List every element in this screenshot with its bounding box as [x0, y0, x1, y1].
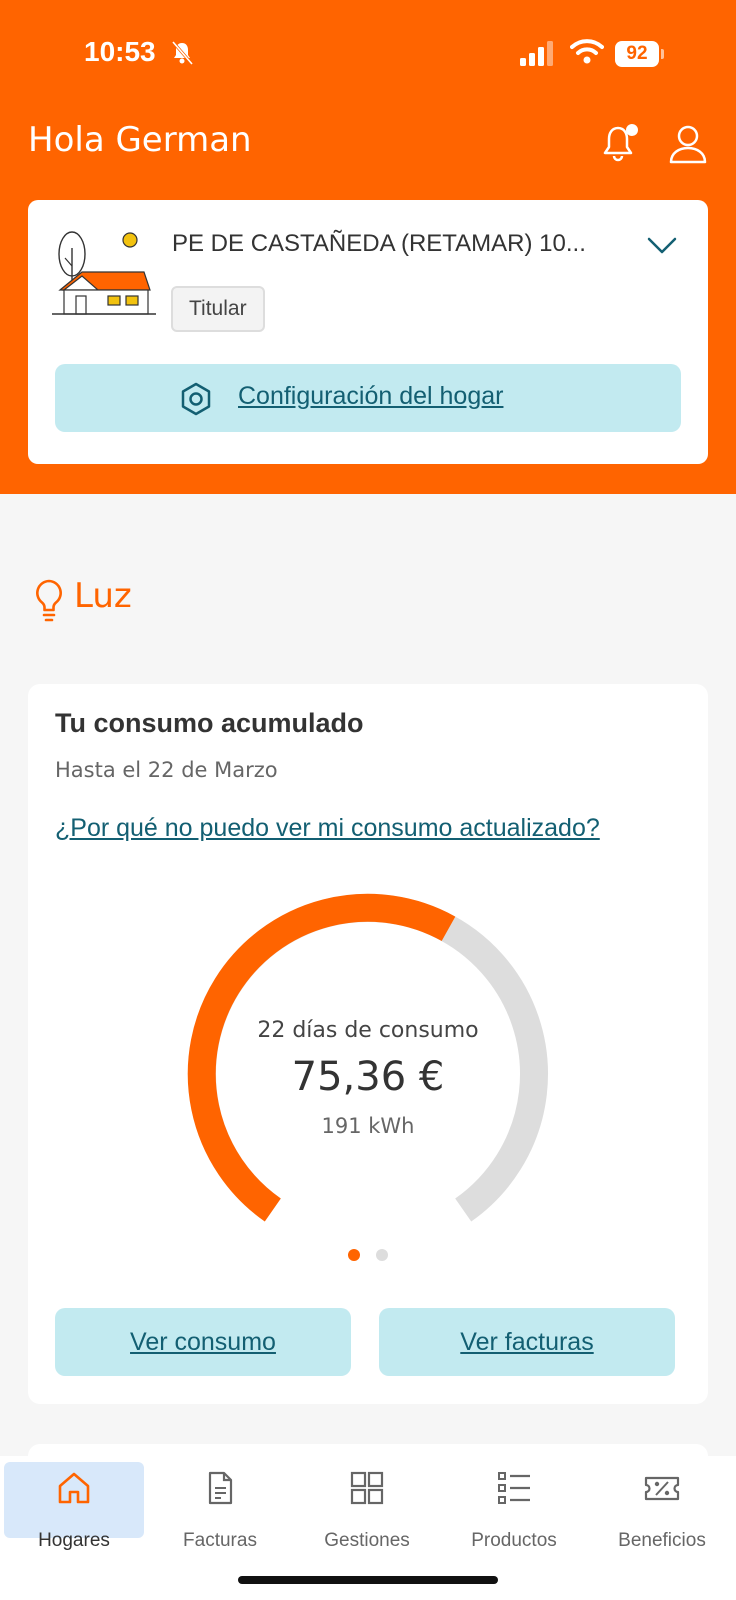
nav-item-hogares[interactable]: Hogares [4, 1460, 144, 1551]
nav-label-beneficios: Beneficios [618, 1530, 706, 1551]
consumption-title: Tu consumo acumulado [55, 708, 364, 738]
greeting: Hola German [28, 120, 252, 160]
chevron-down-icon[interactable] [646, 236, 678, 256]
consumption-energy: 191 kWh [321, 1114, 415, 1138]
status-time: 10:53 [84, 36, 156, 67]
lightbulb-icon [36, 579, 62, 622]
pager-dot-active[interactable] [348, 1249, 360, 1261]
view-consumption-button[interactable]: Ver consumo [55, 1308, 351, 1376]
wifi-icon [570, 39, 604, 64]
house-illustration-icon [52, 231, 156, 315]
consumption-amount: 75,36 € [291, 1054, 445, 1100]
battery-tip [661, 49, 664, 59]
header: 10:53 92 Hola German PE DE CASTAÑEDA (RE… [0, 0, 736, 494]
nav-label-hogares: Hogares [38, 1530, 110, 1551]
consumption-card: Tu consumo acumulado Hasta el 22 de Marz… [28, 684, 708, 1404]
invoice-icon [208, 1471, 233, 1505]
user-profile-icon[interactable] [668, 124, 708, 164]
section-title-luz: Luz [74, 576, 132, 616]
consumption-info-link[interactable]: ¿Por qué no puedo ver mi consumo actuali… [55, 814, 600, 843]
role-badge: Titular [171, 286, 265, 332]
consumption-subtitle: Hasta el 22 de Marzo [55, 758, 278, 782]
home-address[interactable]: PE DE CASTAÑEDA (RETAMAR) 10... [172, 230, 586, 258]
nav-label-facturas: Facturas [183, 1530, 257, 1551]
home-config-label: Configuración del hogar [238, 382, 504, 410]
view-invoices-button[interactable]: Ver facturas [379, 1308, 675, 1376]
consumption-days: 22 días de consumo [257, 1018, 479, 1043]
battery-indicator: 92 [615, 41, 659, 67]
nav-item-productos[interactable]: Productos [444, 1460, 584, 1551]
notification-bell-icon[interactable] [600, 122, 640, 164]
home-card: PE DE CASTAÑEDA (RETAMAR) 10... Titular … [28, 200, 708, 464]
nav-label-productos: Productos [471, 1530, 557, 1551]
cellular-signal-icon [520, 41, 553, 66]
home-indicator [238, 1576, 498, 1584]
nav-item-facturas[interactable]: Facturas [150, 1460, 290, 1551]
list-icon [498, 1472, 530, 1504]
pager-dot[interactable] [376, 1249, 388, 1261]
discount-icon [644, 1476, 680, 1501]
nav-label-gestiones: Gestiones [324, 1530, 410, 1551]
grid-icon [350, 1471, 384, 1505]
home-icon [58, 1472, 90, 1504]
settings-hexagon-icon [181, 382, 211, 416]
home-config-button[interactable]: Configuración del hogar [55, 364, 681, 432]
silent-bell-icon [171, 41, 194, 65]
nav-item-beneficios[interactable]: Beneficios [592, 1460, 732, 1551]
nav-item-gestiones[interactable]: Gestiones [297, 1460, 437, 1551]
